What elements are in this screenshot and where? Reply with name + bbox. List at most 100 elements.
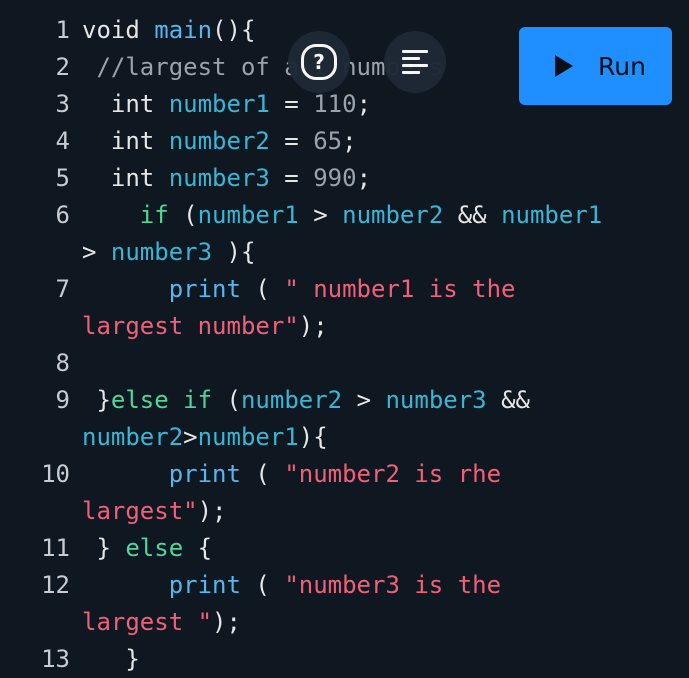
code-token: > <box>183 423 198 451</box>
code-text: int number3 = 990; <box>82 160 371 197</box>
line-number: 10 <box>41 460 70 488</box>
code-token: ); <box>298 312 328 340</box>
code-line[interactable]: 12 print ( "number3 is the <box>0 567 689 604</box>
code-token: = <box>269 90 314 118</box>
code-token: } <box>82 534 126 562</box>
code-token: else <box>125 534 184 562</box>
code-token: ; <box>342 127 357 155</box>
code-token: number2 <box>342 201 444 229</box>
code-token: ){ <box>298 423 328 451</box>
code-token: "number3 is the <box>284 571 502 599</box>
code-text: print ( "number3 is the <box>82 567 501 604</box>
code-token: 990 <box>313 164 357 192</box>
code-token: = <box>269 164 314 192</box>
code-text: largest "); <box>82 604 241 641</box>
code-line[interactable]: 8 <box>0 345 689 382</box>
line-number: 7 <box>55 275 70 303</box>
code-token: number2 <box>168 127 270 155</box>
code-token: int <box>82 164 169 192</box>
code-token: ; <box>356 164 372 192</box>
code-token: > <box>342 386 386 414</box>
code-token: number1 <box>197 423 299 451</box>
code-token: { <box>183 534 213 562</box>
code-token: void <box>82 16 155 44</box>
code-text: > number3 ){ <box>82 234 255 271</box>
code-token: print <box>168 460 241 488</box>
code-token: ); <box>197 497 227 525</box>
code-token: largest" <box>82 497 198 525</box>
code-line[interactable]: largest"); <box>0 493 689 530</box>
code-text: void main(){ <box>82 12 255 49</box>
code-token: int <box>82 127 169 155</box>
code-token: number3 <box>110 238 213 266</box>
help-button[interactable]: ? <box>288 31 350 93</box>
line-number: 8 <box>55 349 70 377</box>
code-token: else if <box>110 386 213 414</box>
format-align-icon <box>402 50 428 74</box>
code-token: print <box>168 275 241 303</box>
code-token: 110 <box>313 90 357 118</box>
code-line[interactable]: > number3 ){ <box>0 234 689 271</box>
code-text: number2>number1){ <box>82 419 328 456</box>
line-number: 13 <box>41 645 70 673</box>
code-text: largest"); <box>82 493 227 530</box>
code-line[interactable]: 7 print ( " number1 is the <box>0 271 689 308</box>
code-token: ){ <box>212 238 256 266</box>
line-number: 11 <box>41 534 70 562</box>
code-token: number2 <box>82 423 184 451</box>
line-number: 6 <box>55 201 70 229</box>
play-icon <box>555 55 573 77</box>
code-token: number3 <box>385 386 487 414</box>
code-token: print <box>168 571 241 599</box>
code-token: = <box>269 127 314 155</box>
code-line[interactable]: largest number"); <box>0 308 689 345</box>
code-text: } else { <box>82 530 212 567</box>
code-line[interactable]: 11 } else { <box>0 530 689 567</box>
code-line[interactable]: 13 } <box>0 641 689 678</box>
line-number: 12 <box>41 571 70 599</box>
line-number: 5 <box>55 164 70 192</box>
code-token: ( <box>240 275 285 303</box>
code-line[interactable]: 4 int number2 = 65; <box>0 123 689 160</box>
code-text: }else if (number2 > number3 && <box>82 382 530 419</box>
code-token: number1 <box>168 90 270 118</box>
code-token: "number2 is rhe <box>284 460 502 488</box>
code-token: ( <box>168 201 198 229</box>
code-token: " number1 is the <box>284 275 516 303</box>
code-line[interactable]: 9 }else if (number2 > number3 && <box>0 382 689 419</box>
code-token: largest number" <box>82 312 299 340</box>
run-button[interactable]: Run <box>519 27 672 105</box>
code-text: largest number"); <box>82 308 328 345</box>
code-token: number1 <box>501 201 603 229</box>
code-token: (){ <box>212 16 256 44</box>
code-line[interactable]: largest "); <box>0 604 689 641</box>
code-token: if <box>82 201 169 229</box>
code-token: ( <box>212 386 241 414</box>
code-line[interactable]: 10 print ( "number2 is rhe <box>0 456 689 493</box>
code-text: print ( " number1 is the <box>82 271 516 308</box>
code-token: ); <box>212 608 241 636</box>
code-token: > <box>298 201 343 229</box>
code-token: && <box>486 386 530 414</box>
code-token: } <box>82 386 111 414</box>
code-token: && <box>443 201 502 229</box>
code-token: largest " <box>82 608 213 636</box>
code-token: } <box>82 645 140 673</box>
code-line[interactable]: 5 int number3 = 990; <box>0 160 689 197</box>
code-token: int <box>82 90 169 118</box>
code-token: number2 <box>240 386 343 414</box>
code-token: ( <box>240 460 285 488</box>
run-button-label: Run <box>598 51 646 81</box>
line-number: 4 <box>55 127 70 155</box>
help-icon: ? <box>301 44 337 80</box>
code-line[interactable]: number2>number1){ <box>0 419 689 456</box>
code-token: > <box>82 238 111 266</box>
format-button[interactable] <box>384 31 446 93</box>
line-number: 2 <box>55 53 70 81</box>
code-token: ; <box>356 90 372 118</box>
code-token: number1 <box>197 201 299 229</box>
code-line[interactable]: 6 if (number1 > number2 && number1 <box>0 197 689 234</box>
